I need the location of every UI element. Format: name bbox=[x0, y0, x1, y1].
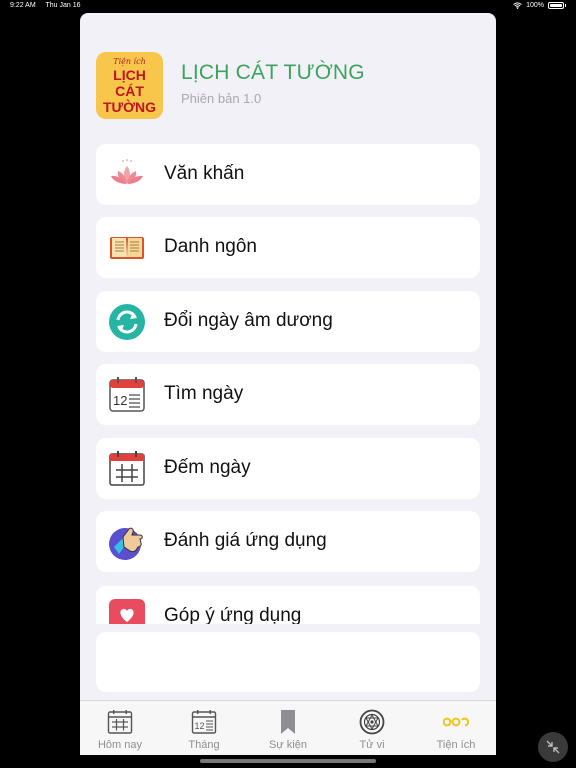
lotus-icon bbox=[111, 159, 143, 184]
wifi-icon bbox=[513, 2, 522, 9]
menu-item-label: Đếm ngày bbox=[164, 457, 251, 478]
tab-tu-vi[interactable]: Tử vi bbox=[332, 701, 412, 755]
tab-tien-ich[interactable]: Tiện ích bbox=[416, 701, 496, 755]
convert-icon bbox=[109, 304, 145, 340]
calendar-icon: 12 bbox=[109, 377, 145, 412]
tab-thang[interactable]: 12 Tháng bbox=[164, 701, 244, 755]
tab-label: Hôm nay bbox=[97, 739, 143, 751]
utilities-sheet: Tiện ích LỊCH CÁT TƯỜNG LỊCH CÁT TƯỜNG P… bbox=[80, 13, 496, 755]
logo-text: CÁT bbox=[115, 83, 144, 99]
logo-text: LỊCH bbox=[113, 67, 146, 83]
calendar-grid-icon bbox=[109, 451, 145, 486]
menu-item-label: Văn khấn bbox=[164, 163, 245, 184]
app-header: Tiện ích LỊCH CÁT TƯỜNG LỊCH CÁT TƯỜNG P… bbox=[96, 52, 480, 120]
bookmark-icon bbox=[281, 710, 295, 734]
menu-scroll-clip: Góp ý ứng dụng bbox=[96, 586, 480, 624]
menu-item-danh-ngon[interactable]: Danh ngôn bbox=[96, 217, 480, 278]
tab-label: Sự kiện bbox=[269, 739, 307, 751]
logo-text: Tiện ích bbox=[113, 57, 146, 66]
logo-text: TƯỜNG bbox=[102, 99, 157, 115]
book-icon bbox=[110, 237, 144, 259]
calendar-grid-icon bbox=[107, 710, 133, 734]
empty-card bbox=[96, 632, 480, 692]
status-date: Thu Jan 16 bbox=[45, 2, 81, 9]
svg-text:12: 12 bbox=[113, 393, 127, 408]
tab-label: Tiện ích bbox=[436, 739, 476, 751]
heart-icon bbox=[109, 599, 145, 624]
app-title: LỊCH CÁT TƯỜNG bbox=[181, 61, 365, 84]
tab-label: Tử vi bbox=[359, 739, 385, 751]
thumbs-up-icon bbox=[109, 527, 143, 560]
battery-icon bbox=[548, 2, 564, 9]
menu-item-van-khan[interactable]: Văn khấn bbox=[96, 144, 480, 205]
collapse-button[interactable] bbox=[538, 732, 568, 762]
app-logo: Tiện ích LỊCH CÁT TƯỜNG bbox=[96, 52, 163, 119]
more-icon bbox=[443, 717, 469, 727]
zodiac-icon bbox=[359, 709, 385, 735]
tab-su-kien[interactable]: Sự kiện bbox=[248, 701, 328, 755]
collapse-icon bbox=[546, 740, 560, 754]
menu-item-label: Góp ý ứng dụng bbox=[164, 605, 302, 624]
menu-item-dem-ngay[interactable]: Đếm ngày bbox=[96, 438, 480, 499]
status-time: 9:22 AM bbox=[10, 2, 36, 9]
tab-label: Tháng bbox=[188, 739, 220, 751]
menu-item-danh-gia[interactable]: Đánh giá ứng dụng bbox=[96, 511, 480, 572]
menu-item-gop-y[interactable]: Góp ý ứng dụng bbox=[96, 586, 480, 624]
menu-item-doi-ngay[interactable]: Đổi ngày âm dương bbox=[96, 291, 480, 352]
battery-percent: 100% bbox=[526, 2, 544, 9]
svg-text:12: 12 bbox=[195, 721, 205, 731]
tab-hom-nay[interactable]: Hôm nay bbox=[80, 701, 160, 755]
menu-item-label: Danh ngôn bbox=[164, 236, 257, 257]
menu-item-tim-ngay[interactable]: 12 Tìm ngày bbox=[96, 364, 480, 425]
app-version: Phiên bản 1.0 bbox=[181, 91, 262, 106]
menu-item-label: Đánh giá ứng dụng bbox=[164, 530, 327, 551]
tab-bar: Hôm nay 12 Tháng Sự kiện Tử vi Tiện ích bbox=[80, 700, 496, 755]
menu-item-label: Đổi ngày âm dương bbox=[164, 310, 333, 331]
home-indicator[interactable] bbox=[200, 759, 376, 763]
status-bar: 9:22 AM Thu Jan 16 100% bbox=[0, 0, 576, 14]
calendar-icon: 12 bbox=[191, 710, 217, 734]
menu-item-label: Tìm ngày bbox=[164, 383, 244, 404]
